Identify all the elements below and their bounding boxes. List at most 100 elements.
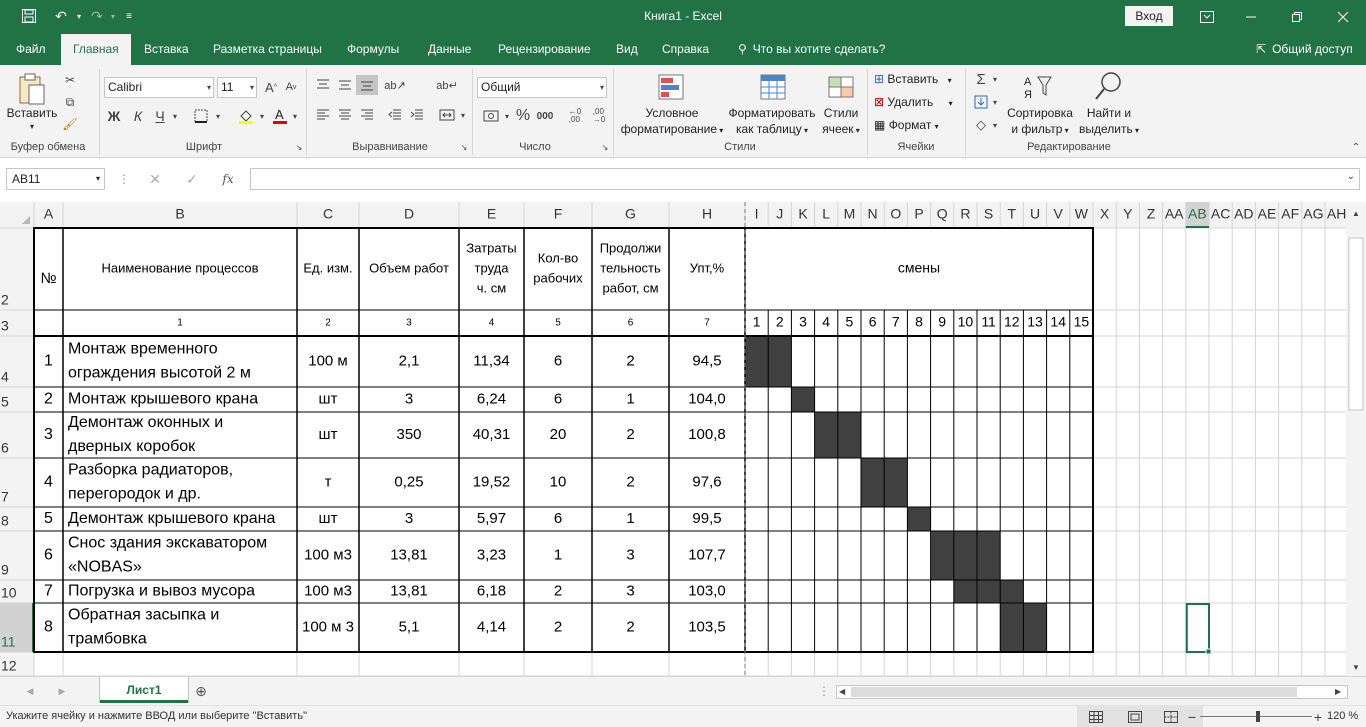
align-middle-icon[interactable] <box>334 75 356 95</box>
wrap-text-icon[interactable]: ab↵ <box>436 75 458 95</box>
scroll-left-icon[interactable]: ◀ <box>839 686 849 698</box>
column-header[interactable]: D <box>404 206 414 222</box>
row-header[interactable]: 7 <box>1 489 9 505</box>
share-button[interactable]: ⇱ Общий доступ <box>1256 33 1353 65</box>
column-header[interactable]: AF <box>1281 206 1299 222</box>
scroll-sheets-left-icon[interactable]: ◀ <box>24 684 36 698</box>
cancel-entry-icon[interactable]: ✕ <box>145 170 165 188</box>
accounting-format-icon[interactable] <box>480 105 502 127</box>
accounting-dropdown-icon[interactable]: ▾ <box>502 105 512 127</box>
tab-insert[interactable]: Вставка <box>144 33 189 65</box>
row-header[interactable]: 5 <box>1 394 9 410</box>
align-top-icon[interactable] <box>312 75 334 95</box>
paste-dropdown-icon[interactable]: ▾ <box>4 119 60 135</box>
column-header[interactable]: E <box>487 206 496 222</box>
row-header[interactable]: 9 <box>1 562 9 578</box>
tab-page-layout[interactable]: Разметка страницы <box>213 33 322 65</box>
tell-me-search[interactable]: ⚲ Что вы хотите сделать? <box>738 33 885 65</box>
cell-styles-icon[interactable] <box>825 71 857 103</box>
normal-view-icon[interactable] <box>1087 709 1105 725</box>
column-header[interactable]: O <box>890 206 901 222</box>
comma-style-icon[interactable]: 000 <box>534 105 556 127</box>
zoom-level[interactable]: 120 % <box>1327 710 1358 722</box>
underline-button[interactable]: Ч <box>150 105 170 127</box>
cell-styles-button[interactable]: Стили ячеек ▾ <box>816 105 866 139</box>
row-header[interactable]: 10 <box>1 585 17 601</box>
active-cell-selection[interactable] <box>1185 603 1211 653</box>
formula-input[interactable]: ⌄ <box>250 168 1360 190</box>
close-icon[interactable] <box>1320 0 1366 33</box>
borders-dropdown-icon[interactable]: ▾ <box>213 105 223 127</box>
column-header[interactable]: F <box>554 206 563 222</box>
find-select-icon[interactable] <box>1090 69 1126 103</box>
column-header[interactable]: N <box>868 206 878 222</box>
column-header[interactable]: X <box>1100 206 1110 222</box>
increase-indent-icon[interactable] <box>406 105 428 125</box>
horizontal-scroll-thumb[interactable] <box>851 687 1297 697</box>
column-header[interactable]: AD <box>1234 206 1253 222</box>
font-color-dropdown-icon[interactable]: ▾ <box>290 105 300 127</box>
scroll-sheets-right-icon[interactable]: ▶ <box>56 684 68 698</box>
fill-dropdown-icon[interactable]: ▾ <box>990 93 1000 111</box>
column-header[interactable]: I <box>755 206 759 222</box>
column-header[interactable]: J <box>776 206 783 222</box>
format-as-table-icon[interactable] <box>757 71 789 103</box>
row-header[interactable]: 3 <box>1 318 9 334</box>
clear-icon[interactable]: ◇ <box>972 116 990 134</box>
column-header[interactable]: AC <box>1211 206 1230 222</box>
restore-icon[interactable] <box>1274 0 1320 33</box>
dialog-launcher-icon[interactable]: ↘ <box>459 141 469 153</box>
column-header[interactable]: V <box>1054 206 1064 222</box>
dialog-launcher-icon[interactable]: ↘ <box>294 141 304 153</box>
format-as-table-button[interactable]: Форматировать как таблицу ▾ <box>724 105 820 139</box>
borders-icon[interactable] <box>190 105 212 127</box>
page-break-view-icon[interactable] <box>1162 709 1180 725</box>
zoom-slider-thumb[interactable] <box>1256 711 1260 722</box>
paste-icon[interactable] <box>14 71 50 107</box>
bold-button[interactable]: Ж <box>104 105 124 127</box>
sort-filter-icon[interactable]: АЯ <box>1022 71 1054 103</box>
zoom-in-icon[interactable]: + <box>1312 709 1324 725</box>
column-header[interactable]: K <box>798 206 808 222</box>
font-color-icon[interactable]: A <box>270 105 290 127</box>
tab-view[interactable]: Вид <box>616 33 638 65</box>
column-header[interactable]: M <box>844 206 856 222</box>
align-bottom-icon[interactable] <box>356 75 378 95</box>
decrease-decimal-icon[interactable]: ,00 →0 <box>588 105 610 127</box>
row-header[interactable]: 2 <box>1 292 9 308</box>
row-header[interactable]: 4 <box>1 369 9 385</box>
name-box[interactable]: AB11 ▾ <box>6 168 105 190</box>
minimize-icon[interactable] <box>1228 0 1274 33</box>
increase-decimal-icon[interactable]: ←0,00 <box>564 105 586 127</box>
column-header[interactable]: Z <box>1147 206 1156 222</box>
tab-help[interactable]: Справка <box>662 33 709 65</box>
column-header[interactable]: R <box>960 206 970 222</box>
column-header[interactable]: A <box>44 206 54 222</box>
format-cells-button[interactable]: ▦ Формат ▾ <box>874 118 939 134</box>
align-center-icon[interactable] <box>334 105 356 125</box>
fill-color-icon[interactable] <box>236 105 256 127</box>
scroll-up-icon[interactable]: ▲ <box>1352 209 1360 218</box>
column-header[interactable]: B <box>175 206 184 222</box>
worksheet-grid[interactable]: A B C D E F G H I J K L M N O P Q R S T U V W X Y Z AA AB AC AD AE AF AG… <box>0 202 1366 676</box>
row-header[interactable]: 12 <box>1 658 17 674</box>
align-right-icon[interactable] <box>356 105 378 125</box>
column-header[interactable]: AH <box>1327 206 1346 222</box>
confirm-entry-icon[interactable]: ✓ <box>182 170 202 188</box>
increase-font-icon[interactable]: A ^ <box>262 77 280 97</box>
delete-cells-button[interactable]: ⊠ Удалить ▾ <box>874 95 953 111</box>
decrease-indent-icon[interactable] <box>384 105 406 125</box>
column-header[interactable]: S <box>984 206 993 222</box>
insert-function-icon[interactable]: fx <box>218 170 238 188</box>
scroll-down-icon[interactable]: ▼ <box>1352 663 1360 672</box>
decrease-font-icon[interactable]: Av <box>282 77 300 97</box>
column-header[interactable]: Y <box>1123 206 1133 222</box>
fill-color-dropdown-icon[interactable]: ▾ <box>257 105 267 127</box>
vertical-scroll-thumb[interactable] <box>1348 237 1364 411</box>
dialog-launcher-icon[interactable]: ↘ <box>600 141 610 153</box>
conditional-formatting-icon[interactable] <box>655 71 687 103</box>
tab-home[interactable]: Главная <box>61 34 131 65</box>
cut-icon[interactable]: ✂ <box>60 71 80 89</box>
column-header[interactable]: AE <box>1258 206 1277 222</box>
row-header[interactable]: 6 <box>1 440 9 456</box>
